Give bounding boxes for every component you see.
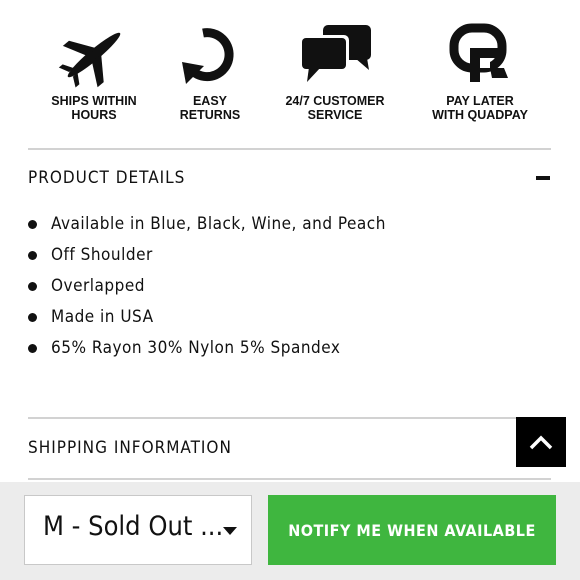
detail-text: Off Shoulder xyxy=(51,245,153,265)
airplane-icon xyxy=(58,32,121,88)
feature-support-line1: 24/7 CUSTOMER xyxy=(285,94,385,108)
product-details-list: Available in Blue, Black, Wine, and Peac… xyxy=(28,210,386,365)
list-item: Available in Blue, Black, Wine, and Peac… xyxy=(28,210,386,241)
quadpay-logo-icon xyxy=(449,23,508,82)
minus-icon[interactable] xyxy=(536,176,550,180)
detail-text: Overlapped xyxy=(51,276,145,296)
detail-text: Made in USA xyxy=(51,307,154,327)
caret-down-icon xyxy=(223,527,237,535)
feature-support: 24/7 CUSTOMER SERVICE xyxy=(265,22,405,122)
bullet-icon xyxy=(28,251,37,260)
chat-bubbles-icon xyxy=(299,25,371,82)
divider xyxy=(28,478,551,480)
size-select[interactable]: M - Sold Out ... xyxy=(24,495,252,565)
detail-text: 65% Rayon 30% Nylon 5% Spandex xyxy=(51,338,341,358)
bullet-icon xyxy=(28,313,37,322)
feature-quadpay-line1: PAY LATER xyxy=(446,94,514,108)
feature-quadpay: PAY LATER WITH QUADPAY xyxy=(410,22,550,122)
divider xyxy=(28,417,551,419)
back-to-top-button[interactable] xyxy=(516,417,566,467)
feature-returns-line2: RETURNS xyxy=(179,108,241,122)
feature-quadpay-line2: WITH QUADPAY xyxy=(432,108,528,122)
notify-me-button[interactable]: NOTIFY ME WHEN AVAILABLE xyxy=(268,495,556,565)
purchase-bar: M - Sold Out ... NOTIFY ME WHEN AVAILABL… xyxy=(0,482,580,580)
feature-returns: EASY RETURNS xyxy=(140,22,280,122)
bullet-icon xyxy=(28,344,37,353)
feature-strip: SHIPS WITHIN HOURS EASY RETURNS 24/7 CUS… xyxy=(0,0,580,148)
list-item: Off Shoulder xyxy=(28,241,386,272)
bullet-icon xyxy=(28,220,37,229)
feature-support-line2: SERVICE xyxy=(307,108,363,122)
size-select-value: M - Sold Out ... xyxy=(43,511,224,542)
list-item: Overlapped xyxy=(28,272,386,303)
shipping-information-title[interactable]: SHIPPING INFORMATION xyxy=(28,438,232,458)
detail-text: Available in Blue, Black, Wine, and Peac… xyxy=(51,214,386,234)
divider xyxy=(28,148,551,150)
return-arrow-icon xyxy=(182,28,234,84)
list-item: 65% Rayon 30% Nylon 5% Spandex xyxy=(28,334,386,365)
bullet-icon xyxy=(28,282,37,291)
chevron-up-icon xyxy=(529,435,553,450)
feature-returns-line1: EASY xyxy=(192,94,228,108)
product-details-title[interactable]: PRODUCT DETAILS xyxy=(28,168,185,188)
list-item: Made in USA xyxy=(28,303,386,334)
